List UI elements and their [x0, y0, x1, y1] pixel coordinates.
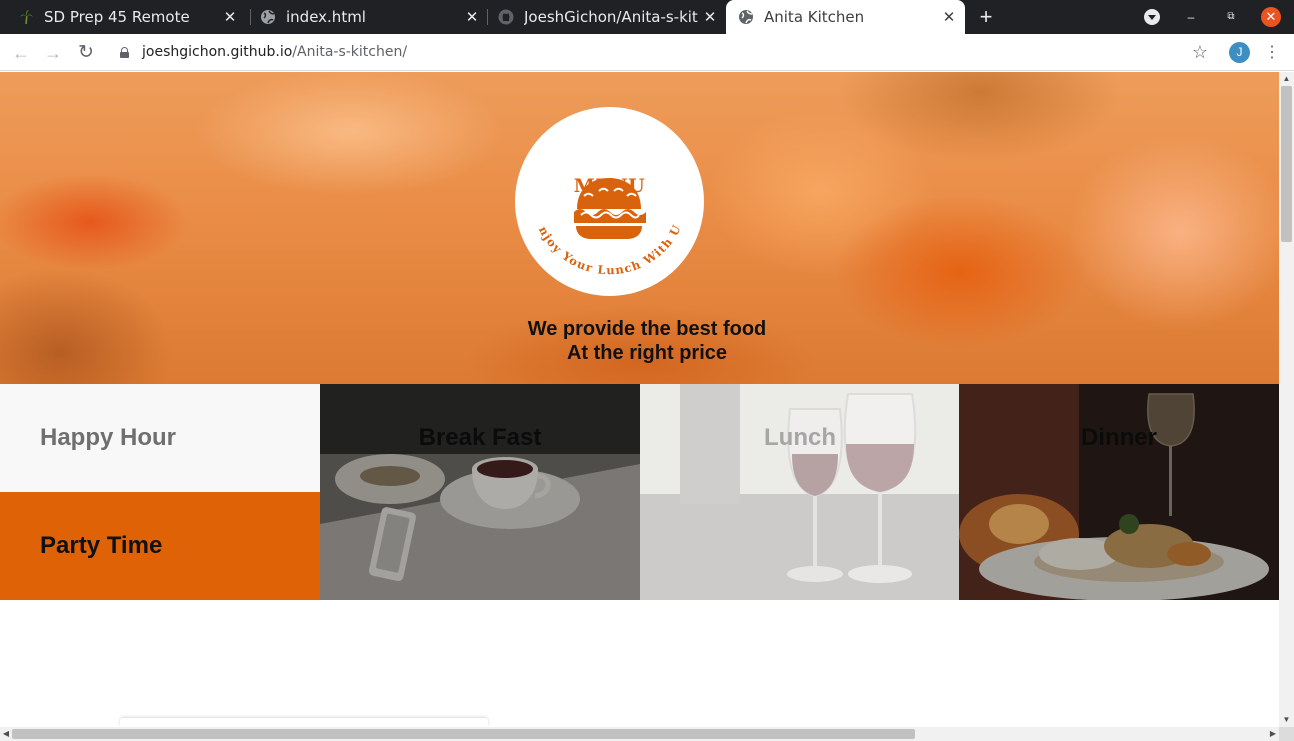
burger-icon: Enjoy Your Lunch With Us	[515, 107, 683, 277]
tab-title: index.html	[286, 8, 366, 26]
tab-index-html[interactable]: index.html ✕	[242, 0, 488, 34]
tab-close-icon[interactable]: ✕	[941, 9, 957, 25]
hero-tagline: We provide the best food At the right pr…	[0, 317, 1279, 365]
happy-hour-label: Happy Hour	[40, 424, 177, 451]
happy-hour-card[interactable]: Happy Hour	[0, 384, 320, 492]
profile-avatar[interactable]: J	[1229, 42, 1250, 63]
party-time-card[interactable]: Party Time	[0, 492, 320, 600]
tab-anita-kitchen[interactable]: Anita Kitchen ✕	[726, 0, 965, 34]
tab-close-icon[interactable]: ✕	[702, 9, 718, 25]
tab-title: SD Prep 45 Remote	[44, 8, 190, 26]
window-close-button[interactable]: ✕	[1261, 7, 1281, 27]
horizontal-scroll-thumb[interactable]	[12, 729, 915, 739]
lock-icon[interactable]	[120, 47, 129, 58]
page-viewport: MENU Enjoy Your Lunch With Us	[0, 72, 1279, 727]
tagline-line-2: At the right price	[566, 342, 727, 364]
back-button[interactable]: ←	[10, 42, 32, 64]
github-icon	[498, 9, 514, 25]
scroll-up-arrow-icon[interactable]: ▲	[1279, 72, 1294, 86]
party-time-label: Party Time	[40, 532, 163, 559]
url-text[interactable]: joeshgichon.github.io/Anita-s-kitchen/	[142, 44, 407, 60]
dinner-card[interactable]: Dinner	[959, 384, 1279, 600]
bookmark-star-icon[interactable]: ☆	[1189, 41, 1211, 63]
vertical-scrollbar[interactable]: ▲ ▼	[1279, 72, 1294, 727]
breakfast-card[interactable]: Break Fast	[320, 384, 640, 600]
tagline-line-1: We provide the best food	[527, 318, 767, 340]
url-host: joeshgichon.github.io	[142, 44, 293, 60]
tab-sd-prep[interactable]: SD Prep 45 Remote ✕	[0, 0, 250, 34]
tab-title: JoeshGichon/Anita-s-kitc	[524, 8, 698, 26]
tab-close-icon[interactable]: ✕	[222, 9, 238, 25]
globe-icon	[739, 10, 753, 24]
menu-logo: MENU Enjoy Your Lunch With Us	[515, 107, 704, 296]
browser-tab-strip: SD Prep 45 Remote ✕ index.html ✕ JoeshGi…	[0, 0, 1294, 34]
breakfast-label: Break Fast	[418, 424, 542, 451]
scroll-right-arrow-icon[interactable]: ▶	[1267, 727, 1279, 741]
address-bar[interactable]: joeshgichon.github.io/Anita-s-kitchen/	[108, 38, 1220, 67]
hero-banner: MENU Enjoy Your Lunch With Us	[0, 72, 1279, 384]
lunch-card[interactable]: Lunch	[640, 384, 960, 600]
browser-toolbar: ← → ↻ joeshgichon.github.io/Anita-s-kitc…	[0, 34, 1294, 71]
palm-tree-icon	[20, 10, 33, 25]
scroll-left-arrow-icon[interactable]: ◀	[0, 727, 12, 741]
lunch-photo	[640, 384, 960, 600]
url-path: /Anita-s-kitchen/	[292, 44, 408, 60]
scroll-down-arrow-icon[interactable]: ▼	[1279, 713, 1294, 727]
reload-button[interactable]: ↻	[75, 42, 97, 64]
browser-menu-icon[interactable]: ⋮	[1264, 42, 1280, 64]
breakfast-photo	[320, 384, 640, 600]
tab-github[interactable]: JoeshGichon/Anita-s-kitc ✕	[480, 0, 726, 34]
tab-close-icon[interactable]: ✕	[464, 9, 480, 25]
minimize-button[interactable]: –	[1182, 8, 1200, 26]
dinner-photo	[959, 384, 1279, 600]
vertical-scroll-thumb[interactable]	[1281, 86, 1292, 242]
tab-title: Anita Kitchen	[764, 8, 865, 26]
restore-button[interactable]: ⧉	[1222, 8, 1240, 26]
globe-icon	[261, 10, 275, 24]
menu-grid: Happy Hour Party Time Break Fast Lunch D…	[0, 384, 1279, 600]
lunch-label: Lunch	[764, 424, 836, 451]
new-tab-button[interactable]: +	[975, 6, 997, 28]
scrollbar-corner	[1279, 727, 1294, 741]
dinner-label: Dinner	[1080, 424, 1157, 451]
forward-button[interactable]: →	[42, 42, 64, 64]
horizontal-scrollbar[interactable]: ◀ ▶	[0, 727, 1279, 741]
tab-search-icon[interactable]	[1144, 9, 1160, 25]
floating-panel-edge	[120, 718, 488, 727]
